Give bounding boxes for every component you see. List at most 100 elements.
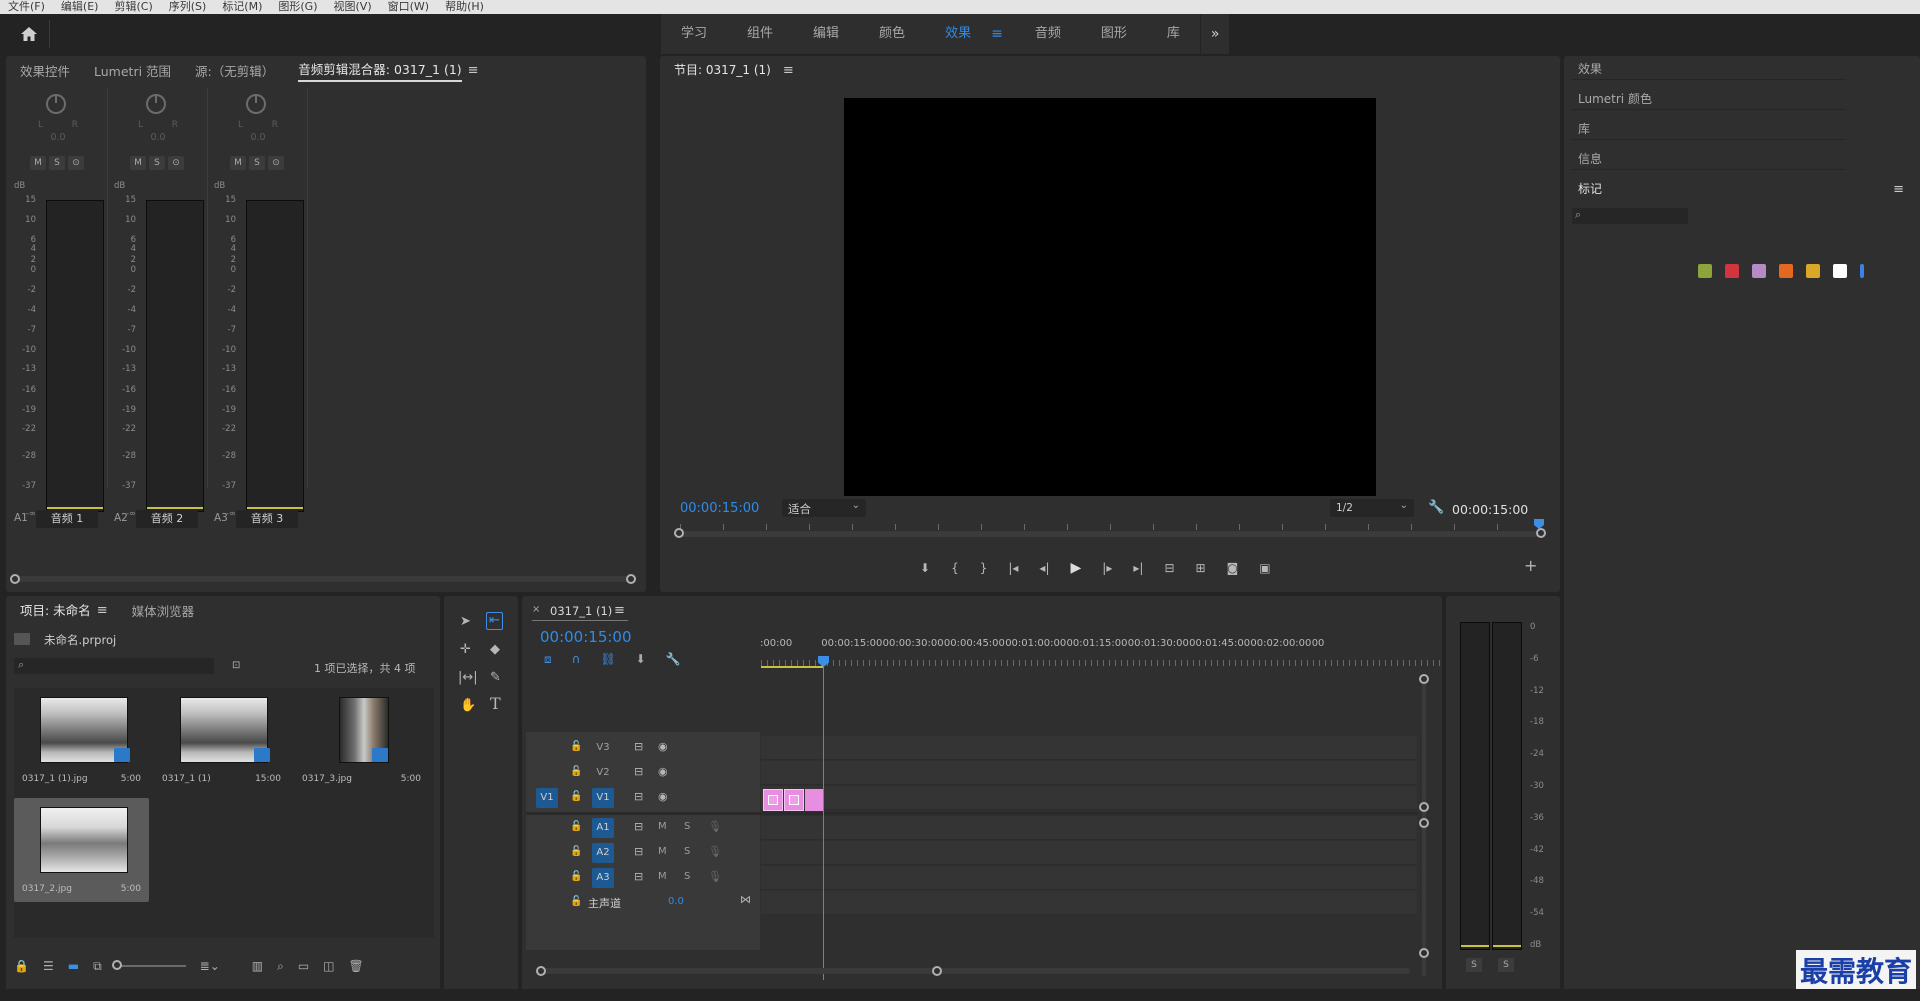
track-lock-icon[interactable]: 🔓 <box>570 764 582 780</box>
microphone-icon[interactable]: 🎙 <box>708 869 722 885</box>
audio-track-lane[interactable] <box>761 841 1417 865</box>
razor-tool-icon[interactable]: ◆ <box>490 642 500 658</box>
channel-name[interactable]: 音频 1 <box>36 510 98 528</box>
microphone-icon[interactable]: 🎙 <box>708 819 722 835</box>
source-patch[interactable]: V1 <box>536 788 558 808</box>
track-target[interactable]: A1 <box>592 818 614 838</box>
mixer-scrollbar[interactable] <box>16 576 636 582</box>
master-volume[interactable]: 0.0 <box>668 896 684 907</box>
marker-color-swatch[interactable] <box>1779 264 1793 278</box>
compare-view-icon[interactable]: ▣ <box>1259 561 1270 575</box>
audio-track-lane[interactable] <box>761 866 1417 890</box>
menu-view[interactable]: 视图(V) <box>334 0 372 14</box>
go-to-out-icon[interactable]: ▸| <box>1133 561 1143 575</box>
menu-marker[interactable]: 标记(M) <box>222 0 262 14</box>
pan-knob-icon[interactable] <box>46 94 66 114</box>
mute-button[interactable]: M <box>658 821 667 832</box>
timeline-tab[interactable]: 0317_1 (1) <box>550 604 612 618</box>
panel-effects[interactable]: 效果 <box>1572 58 1846 80</box>
home-button[interactable] <box>8 20 50 48</box>
video-track-lane[interactable] <box>761 761 1417 785</box>
add-button-icon[interactable]: + <box>1524 558 1537 574</box>
go-to-end-icon[interactable]: ⋈ <box>740 892 751 908</box>
channel-name[interactable]: 音频 3 <box>236 510 298 528</box>
channel-volume[interactable]: 0.0 <box>8 132 108 143</box>
menu-window[interactable]: 窗口(W) <box>388 0 429 14</box>
track-target[interactable]: A3 <box>592 868 614 888</box>
mark-in-icon[interactable]: { <box>951 561 959 575</box>
track-lock-icon[interactable]: 🔓 <box>570 819 582 835</box>
marker-color-swatch[interactable] <box>1806 264 1820 278</box>
mute-button[interactable]: M <box>658 871 667 882</box>
channel-meter[interactable] <box>146 200 204 512</box>
timeline-hscroll[interactable] <box>540 968 1410 974</box>
timeline-menu-icon[interactable]: ≡ <box>614 603 625 618</box>
audio-track-lane[interactable] <box>761 816 1417 840</box>
vscroll-handle-top[interactable] <box>1419 674 1429 684</box>
program-monitor-title[interactable]: 节目: 0317_1 (1) <box>674 61 771 80</box>
sync-lock-icon[interactable]: ⊟ <box>634 789 643 805</box>
channel-button[interactable]: ⊙ <box>168 156 184 170</box>
marker-color-swatch[interactable] <box>1698 264 1712 278</box>
lock-icon[interactable]: 🔒 <box>14 959 29 973</box>
marker-color-swatch[interactable] <box>1752 264 1766 278</box>
clip[interactable] <box>784 789 804 811</box>
ripple-edit-tool-icon[interactable]: ✛ <box>460 642 471 658</box>
program-zoom-handle-left[interactable] <box>674 528 684 538</box>
track-target[interactable]: V2 <box>592 763 614 783</box>
workspace-editing[interactable]: 编辑 <box>793 14 859 54</box>
extract-icon[interactable]: ⊞ <box>1196 561 1206 575</box>
vscroll-handle-mid2[interactable] <box>1419 818 1429 828</box>
project-item[interactable]: 0317_1 (1) 15:00 <box>154 688 289 792</box>
workspace-color[interactable]: 颜色 <box>859 14 925 54</box>
meter-solo-left[interactable]: S <box>1466 958 1482 972</box>
freeform-view-icon[interactable]: ⧉ <box>93 959 102 974</box>
hscroll-handle-right[interactable] <box>932 966 942 976</box>
channel-button[interactable]: S <box>249 156 265 170</box>
sync-lock-icon[interactable]: ⊟ <box>634 869 643 885</box>
microphone-icon[interactable]: 🎙 <box>708 844 722 860</box>
meter-solo-right[interactable]: S <box>1498 958 1514 972</box>
marker-color-swatch[interactable] <box>1725 264 1739 278</box>
tab-lumetri-scopes[interactable]: Lumetri 范围 <box>94 61 171 80</box>
project-search-input[interactable]: ⌕ <box>14 658 214 674</box>
clip[interactable] <box>763 789 783 811</box>
new-bin-icon[interactable]: ▭ <box>298 959 309 973</box>
channel-volume[interactable]: 0.0 <box>108 132 208 143</box>
close-tab-icon[interactable]: × <box>532 604 540 615</box>
slip-tool-icon[interactable]: |↔| <box>458 670 478 686</box>
track-target[interactable]: V3 <box>592 738 614 758</box>
add-marker-icon[interactable]: ⬇ <box>920 561 930 575</box>
icon-view-icon[interactable]: ▬ <box>68 959 79 973</box>
project-item[interactable]: 0317_3.jpg 5:00 <box>294 688 429 792</box>
vscroll-handle-bottom[interactable] <box>1419 948 1429 958</box>
channel-button[interactable]: M <box>230 156 246 170</box>
project-menu-icon[interactable]: ≡ <box>97 603 108 618</box>
program-menu-icon[interactable]: ≡ <box>783 63 794 78</box>
pan-knob-icon[interactable] <box>246 94 266 114</box>
selection-tool-icon[interactable]: ➤ <box>460 614 471 630</box>
pan-knob-icon[interactable] <box>146 94 166 114</box>
type-tool-icon[interactable]: T <box>490 696 501 712</box>
program-scrub-bar[interactable] <box>680 531 1540 537</box>
nest-toggle-icon[interactable]: ⧈ <box>544 652 552 667</box>
tab-project[interactable]: 项目: 未命名 <box>20 600 91 621</box>
resolution-dropdown[interactable]: 1/2 ⌄ <box>1330 499 1414 517</box>
workspace-menu-icon[interactable]: ≡ <box>991 14 1015 54</box>
mixer-scroll-handle-left[interactable] <box>10 574 20 584</box>
tab-audio-clip-mixer[interactable]: 音频剪辑混合器: 0317_1 (1) <box>298 59 462 82</box>
linked-selection-icon[interactable]: ⛓ <box>600 652 615 667</box>
workspace-libraries[interactable]: 库 <box>1147 14 1200 54</box>
pen-tool-icon[interactable]: ✎ <box>490 670 501 686</box>
panel-markers[interactable]: 标记 <box>1572 178 1846 200</box>
program-zoom-handle-right[interactable] <box>1536 528 1546 538</box>
program-video-frame[interactable] <box>844 98 1376 496</box>
sort-icon[interactable]: ≣⌄ <box>200 959 220 973</box>
video-track-lane[interactable] <box>761 736 1417 760</box>
workspace-graphics[interactable]: 图形 <box>1081 14 1147 54</box>
workspace-audio[interactable]: 音频 <box>1015 14 1081 54</box>
workspace-learn[interactable]: 学习 <box>661 14 727 54</box>
sync-lock-icon[interactable]: ⊟ <box>634 764 643 780</box>
channel-button[interactable]: ⊙ <box>68 156 84 170</box>
channel-volume[interactable]: 0.0 <box>208 132 308 143</box>
